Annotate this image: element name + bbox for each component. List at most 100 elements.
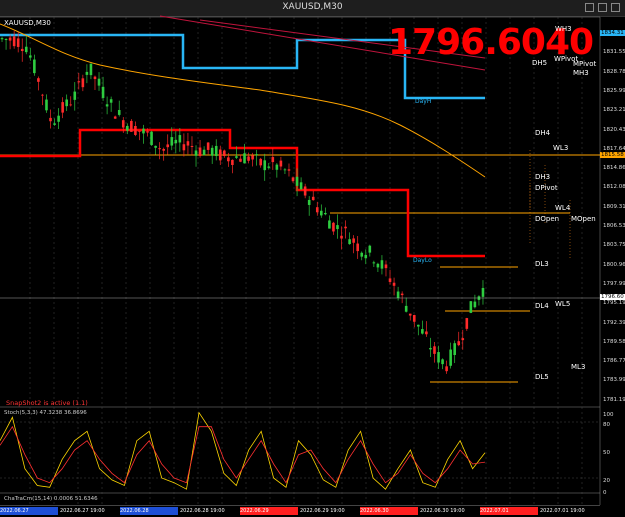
candle-body xyxy=(259,158,262,166)
day-high-line xyxy=(0,128,485,258)
candle-body xyxy=(352,238,355,243)
candle-body xyxy=(299,182,303,190)
time-label: 2022.06.29 xyxy=(240,507,298,515)
price-chart[interactable] xyxy=(0,0,625,516)
stochastic-label: Stoch(5,3,3) 47.3238 36.8696 xyxy=(4,410,87,416)
chart-window[interactable]: XAUUSD,M30 XAUUSD,M30 1796.6040 SnapShot… xyxy=(0,0,625,517)
level-dh5: DH5 xyxy=(532,59,548,67)
candle-body xyxy=(138,130,141,132)
candle-body xyxy=(218,149,222,161)
candle-body xyxy=(105,104,109,107)
snapshot-status: SnapShot2 is active (1.1) xyxy=(6,399,88,407)
time-axis[interactable]: 2022.06.27 2022.06.27 19:00 2022.06.28 2022… xyxy=(0,505,600,517)
stoch-tick-label: 0 xyxy=(603,490,607,496)
candle-body xyxy=(41,94,44,96)
time-label: 2022.06.28 19:00 xyxy=(180,507,238,515)
candle-body xyxy=(392,282,396,286)
candle-body xyxy=(85,71,89,75)
candle-body xyxy=(481,287,485,297)
candle-body xyxy=(311,196,315,201)
level-dpivot: DPivot xyxy=(535,184,558,192)
level-mh3: MH3 xyxy=(573,69,589,77)
candle-body xyxy=(174,139,178,144)
candle-body xyxy=(126,125,129,131)
candle-body xyxy=(320,210,323,216)
stoch-tick-label: 20 xyxy=(603,478,610,484)
candle-body xyxy=(210,147,214,156)
candle-body xyxy=(73,91,77,100)
candle-body xyxy=(146,131,149,133)
candle-body xyxy=(206,142,210,150)
candle-body xyxy=(223,150,226,156)
candle-body xyxy=(441,359,444,365)
candle-body xyxy=(97,78,101,86)
candle-body xyxy=(372,262,376,264)
level-dh4: DH4 xyxy=(535,129,551,137)
price-tick-label: 1781.19 xyxy=(603,396,625,403)
candle-body xyxy=(0,38,4,40)
time-label: 2022.06.30 xyxy=(360,507,418,515)
current-price-tag: 1796.60 xyxy=(600,294,625,300)
candle-body xyxy=(134,125,137,135)
candle-body xyxy=(279,160,283,167)
candle-body xyxy=(113,116,117,119)
time-label: 2022.07.01 xyxy=(480,507,538,515)
candle-body xyxy=(271,157,275,163)
candle-body xyxy=(461,338,465,341)
week-price-tag: 1834.31 xyxy=(600,30,625,36)
candle-body xyxy=(348,239,351,245)
candle-body xyxy=(384,264,388,269)
time-label: 2022.06.28 xyxy=(120,507,178,515)
candle-body xyxy=(412,315,416,322)
candle-body xyxy=(202,149,206,156)
candle-body xyxy=(364,254,368,259)
candle-body xyxy=(324,213,327,215)
candle-body xyxy=(178,135,182,143)
price-tick-label: 1800.96 xyxy=(603,261,625,268)
candle-body xyxy=(303,186,307,196)
candle-body xyxy=(166,144,170,148)
candle-body xyxy=(263,160,267,171)
candle-body xyxy=(287,169,291,171)
level-mpivot: MPivot xyxy=(573,60,597,68)
price-tick-label: 1786.77 xyxy=(603,358,625,365)
candle-body xyxy=(332,222,335,232)
stoch-tick-label: 80 xyxy=(603,422,610,428)
candle-body xyxy=(190,145,194,147)
level-dl3: DL3 xyxy=(535,260,549,268)
candle-body xyxy=(251,155,254,160)
candle-body xyxy=(158,148,161,150)
candle-body xyxy=(307,199,311,205)
candle-body xyxy=(255,154,258,156)
candle-body xyxy=(45,99,48,111)
candle-body xyxy=(89,63,93,76)
candle-body xyxy=(396,291,400,299)
level-dh3: DH3 xyxy=(535,173,551,181)
candle-body xyxy=(214,145,218,156)
candle-body xyxy=(473,301,477,308)
candle-body xyxy=(336,225,339,230)
price-tick-label: 1792.39 xyxy=(603,319,625,326)
level-dopen: DOpen xyxy=(535,215,560,223)
candle-body xyxy=(243,153,246,164)
candle-body xyxy=(194,150,198,156)
price-tick-label: 1823.21 xyxy=(603,107,625,114)
level-wl4: WL4 xyxy=(555,204,571,212)
candle-body xyxy=(429,347,432,350)
candle-body xyxy=(417,324,420,327)
candle-body xyxy=(198,147,202,156)
price-tick-label: 1814.86 xyxy=(603,165,625,172)
candle-body xyxy=(37,78,40,82)
candle-body xyxy=(8,37,12,41)
candle-body xyxy=(93,76,97,80)
candle-body xyxy=(295,176,299,186)
candle-body xyxy=(388,278,392,282)
candle-body xyxy=(16,38,20,47)
candle-body xyxy=(69,104,73,106)
candle-body xyxy=(368,245,372,253)
candle-body xyxy=(356,243,359,252)
candle-body xyxy=(457,341,461,346)
candle-body xyxy=(117,110,121,115)
candle-body xyxy=(53,123,56,125)
time-label: 2022.06.27 xyxy=(0,507,58,515)
